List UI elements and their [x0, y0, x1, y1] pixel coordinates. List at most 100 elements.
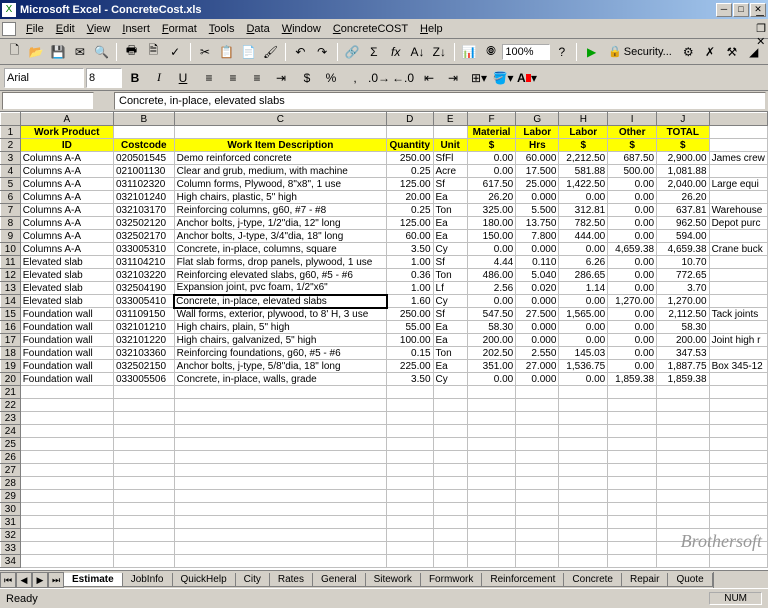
tab-nav-prev[interactable]: ◀ [16, 572, 32, 588]
minimize-button[interactable]: ─ [716, 3, 732, 17]
cell-22-D[interactable] [387, 399, 433, 412]
cell-31-F[interactable] [467, 516, 515, 529]
menu-tools[interactable]: Tools [203, 21, 241, 37]
align-center-button[interactable]: ≡ [222, 67, 244, 89]
cell-34-H[interactable] [559, 555, 608, 568]
row-header-15[interactable]: 15 [1, 308, 21, 321]
cell-19-A[interactable]: Foundation wall [20, 360, 113, 373]
cell-25-G[interactable] [516, 438, 559, 451]
cell-30-G[interactable] [516, 503, 559, 516]
cell-12-F[interactable]: 486.00 [467, 269, 515, 282]
sheet-tab-concrete[interactable]: Concrete [563, 573, 622, 587]
cell-1-D[interactable] [387, 126, 433, 139]
cell-16-E[interactable]: Ea [433, 321, 467, 334]
cell-26-F[interactable] [467, 451, 515, 464]
cell-24-J[interactable] [657, 425, 709, 438]
zoom-combo[interactable] [502, 44, 550, 60]
cell-16-H[interactable]: 0.00 [559, 321, 608, 334]
cell-32-D[interactable] [387, 529, 433, 542]
cell-1-F[interactable]: Material [467, 126, 515, 139]
cell-19-C[interactable]: Anchor bolts, j-type, 5/8"dia, 18" long [174, 360, 386, 373]
cell-20-J[interactable]: 1,859.38 [657, 373, 709, 386]
cell-6-G[interactable]: 0.000 [516, 191, 559, 204]
cell-7-H[interactable]: 312.81 [559, 204, 608, 217]
cell-12-J[interactable]: 772.65 [657, 269, 709, 282]
cell-8-E[interactable]: Ea [433, 217, 467, 230]
search-button[interactable]: 🔍 [91, 41, 112, 63]
cell-3-E[interactable]: SfFl [433, 152, 467, 165]
cell-33-E[interactable] [433, 542, 467, 555]
cell-2-E[interactable]: Unit [433, 139, 467, 152]
cell-7-E[interactable]: Ton [433, 204, 467, 217]
cell-29-E[interactable] [433, 490, 467, 503]
cell-1-G[interactable]: Labor [516, 126, 559, 139]
cell-26-A[interactable] [20, 451, 113, 464]
cell-28-K[interactable] [709, 477, 767, 490]
cell-29-D[interactable] [387, 490, 433, 503]
cell-15-A[interactable]: Foundation wall [20, 308, 113, 321]
cell-10-H[interactable]: 0.00 [559, 243, 608, 256]
sheet-tab-repair[interactable]: Repair [621, 573, 668, 587]
cell-13-K[interactable] [709, 282, 767, 295]
cell-25-I[interactable] [608, 438, 657, 451]
cell-1-E[interactable] [433, 126, 467, 139]
cell-10-J[interactable]: 4,659.38 [657, 243, 709, 256]
cell-34-A[interactable] [20, 555, 113, 568]
cell-25-K[interactable] [709, 438, 767, 451]
cell-30-K[interactable] [709, 503, 767, 516]
cell-12-K[interactable] [709, 269, 767, 282]
decrease-decimal-button[interactable]: ←.0 [392, 67, 414, 89]
cell-6-F[interactable]: 26.20 [467, 191, 515, 204]
cell-9-K[interactable] [709, 230, 767, 243]
cell-18-E[interactable]: Ton [433, 347, 467, 360]
cell-18-C[interactable]: Reinforcing foundations, g60, #5 - #6 [174, 347, 386, 360]
cell-32-I[interactable] [608, 529, 657, 542]
cell-33-B[interactable] [113, 542, 174, 555]
sheet-tab-sitework[interactable]: Sitework [365, 573, 421, 587]
print-button[interactable]: 🖶 [121, 41, 142, 63]
cell-21-D[interactable] [387, 386, 433, 399]
cell-23-G[interactable] [516, 412, 559, 425]
cell-31-I[interactable] [608, 516, 657, 529]
cell-28-E[interactable] [433, 477, 467, 490]
cell-2-B[interactable]: Costcode [113, 139, 174, 152]
cell-28-D[interactable] [387, 477, 433, 490]
cell-17-C[interactable]: High chairs, galvanized, 5" high [174, 334, 386, 347]
formula-input[interactable] [114, 92, 766, 110]
menu-window[interactable]: Window [276, 21, 327, 37]
cell-12-H[interactable]: 286.65 [559, 269, 608, 282]
cell-9-H[interactable]: 444.00 [559, 230, 608, 243]
cell-14-C[interactable]: Concrete, in-place, elevated slabs [174, 295, 386, 308]
cell-32-A[interactable] [20, 529, 113, 542]
cell-7-G[interactable]: 5.500 [516, 204, 559, 217]
cell-21-H[interactable] [559, 386, 608, 399]
cell-28-F[interactable] [467, 477, 515, 490]
cell-30-J[interactable] [657, 503, 709, 516]
cell-23-B[interactable] [113, 412, 174, 425]
cell-24-K[interactable] [709, 425, 767, 438]
comma-button[interactable]: , [344, 67, 366, 89]
row-header-1[interactable]: 1 [1, 126, 21, 139]
row-header-8[interactable]: 8 [1, 217, 21, 230]
cell-16-F[interactable]: 58.30 [467, 321, 515, 334]
cell-31-K[interactable] [709, 516, 767, 529]
cell-21-A[interactable] [20, 386, 113, 399]
cell-2-K[interactable] [709, 139, 767, 152]
cell-27-K[interactable] [709, 464, 767, 477]
vb-button[interactable]: ✗ [700, 41, 721, 63]
cell-30-B[interactable] [113, 503, 174, 516]
cell-34-B[interactable] [113, 555, 174, 568]
cell-8-B[interactable]: 032502120 [113, 217, 174, 230]
row-header-27[interactable]: 27 [1, 464, 21, 477]
cell-3-H[interactable]: 2,212.50 [559, 152, 608, 165]
cell-1-J[interactable]: TOTAL [657, 126, 709, 139]
cell-11-E[interactable]: Sf [433, 256, 467, 269]
cell-4-J[interactable]: 1,081.88 [657, 165, 709, 178]
row-header-21[interactable]: 21 [1, 386, 21, 399]
cell-22-A[interactable] [20, 399, 113, 412]
row-header-22[interactable]: 22 [1, 399, 21, 412]
cell-34-J[interactable] [657, 555, 709, 568]
autosum-button[interactable]: Σ [363, 41, 384, 63]
cell-20-C[interactable]: Concrete, in-place, walls, grade [174, 373, 386, 386]
spreadsheet-grid[interactable]: ABCDEFGHIJ1Work ProductMaterialLaborLabo… [0, 112, 768, 570]
